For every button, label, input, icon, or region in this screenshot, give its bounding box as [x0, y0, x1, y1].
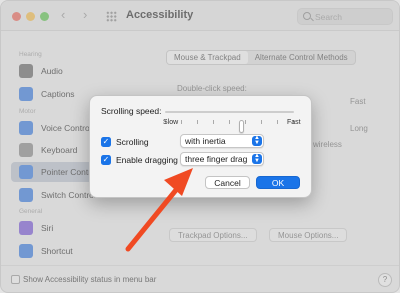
- scrolling-speed-slider[interactable]: [165, 111, 294, 133]
- slider-tick: [245, 120, 246, 124]
- popup-chevrons-icon: ▲ ▼: [252, 135, 262, 146]
- ok-button[interactable]: OK: [256, 176, 300, 189]
- scrolling-label: Scrolling: [116, 137, 149, 147]
- slider-tick: [181, 120, 182, 124]
- slider-tick: [229, 120, 230, 124]
- slider-tick: [277, 120, 278, 124]
- dragging-style-popup[interactable]: three finger drag ▲ ▼: [180, 152, 264, 166]
- slider-thumb[interactable]: [239, 120, 245, 133]
- scrolling-checkbox[interactable]: ✓: [101, 137, 111, 147]
- cancel-button[interactable]: Cancel: [205, 176, 250, 189]
- trackpad-options-dialog: Scrolling speed: Slow Fast ✓ Scrolling w…: [89, 95, 312, 198]
- enable-dragging-checkbox[interactable]: ✓: [101, 155, 111, 165]
- scrolling-speed-label: Scrolling speed:: [101, 106, 162, 116]
- scrolling-mode-popup[interactable]: with inertia ▲ ▼: [180, 134, 264, 148]
- dragging-style-value: three finger drag: [185, 154, 248, 164]
- slider-tick: [261, 120, 262, 124]
- popup-chevrons-icon: ▲ ▼: [252, 153, 262, 164]
- slider-tick: [197, 120, 198, 124]
- fast-label: Fast: [287, 119, 301, 126]
- slow-label: Slow: [163, 119, 179, 126]
- enable-dragging-label: Enable dragging: [116, 155, 178, 165]
- slider-tick: [213, 120, 214, 124]
- scrolling-mode-value: with inertia: [185, 136, 226, 146]
